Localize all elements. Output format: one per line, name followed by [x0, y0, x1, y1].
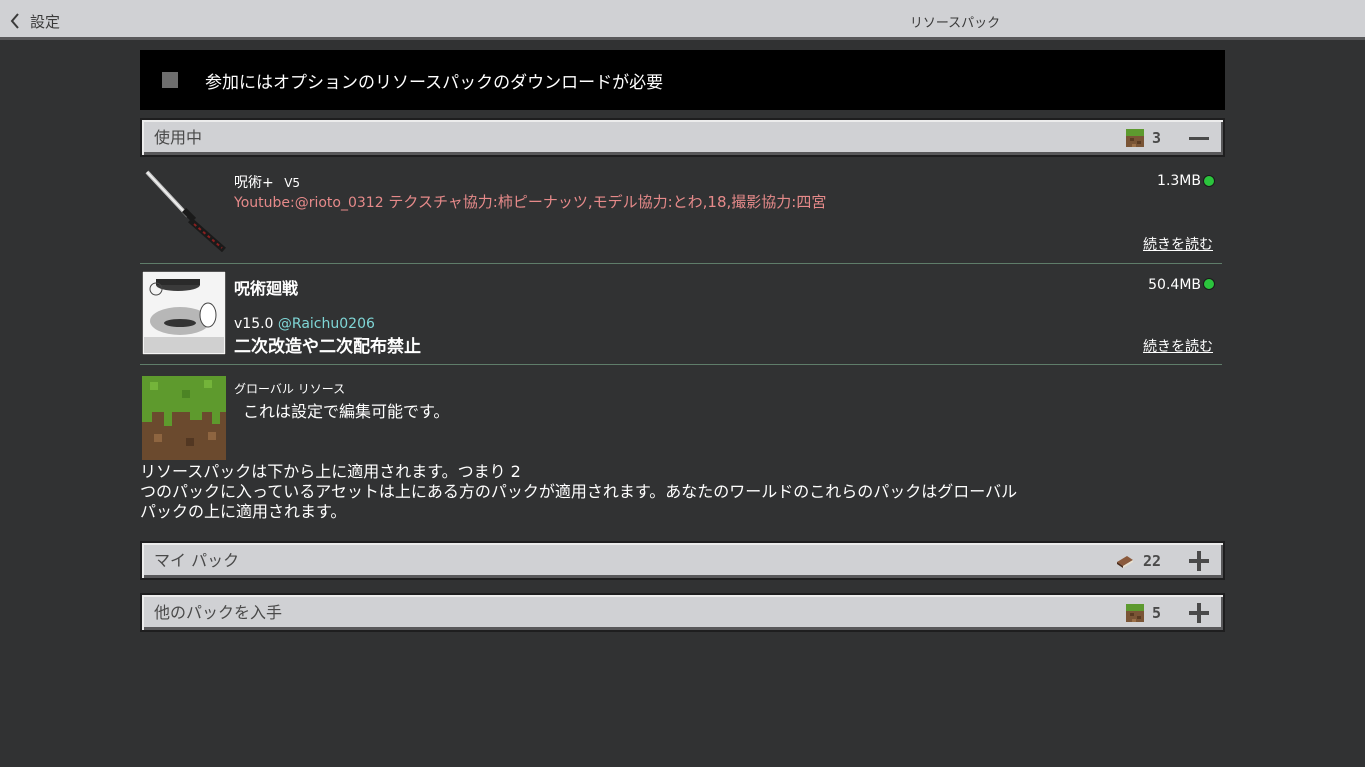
info-line-3: パックの上に適用されます。: [140, 502, 347, 521]
minus-icon[interactable]: [1187, 126, 1213, 150]
pack-size: 1.3MB: [1157, 173, 1201, 189]
pack-desc-youtube: Youtube:@rioto_0312: [234, 195, 384, 211]
pack-name: グローバル リソース: [234, 382, 346, 396]
pack-description: Youtube:@rioto_0312 テクスチャ協力:柿ピーナッツ,モデル協力…: [234, 191, 826, 212]
get-more-packs-count: 5: [1125, 604, 1161, 622]
get-more-count-value: 5: [1151, 604, 1161, 622]
active-pack-count: 3: [1125, 129, 1161, 147]
plus-icon[interactable]: [1187, 601, 1213, 625]
download-required-checkbox[interactable]: [162, 72, 178, 88]
page-title: リソースパック: [909, 16, 1001, 31]
info-line-1: リソースパックは下から上に適用されます。つまり 2: [140, 462, 521, 481]
divider: [140, 364, 1222, 365]
pack-item-jujutsu-plus[interactable]: 呪術+ V5 Youtube:@rioto_0312 テクスチャ協力:柿ピーナッ…: [140, 168, 1225, 258]
my-packs-header[interactable]: マイ パック 22: [140, 541, 1225, 580]
active-count-value: 3: [1151, 129, 1161, 147]
my-packs-title: マイ パック: [154, 551, 240, 570]
active-section-title: 使用中: [154, 128, 203, 147]
status-dot-icon: [1203, 175, 1215, 187]
divider: [140, 263, 1222, 264]
grass-block-icon: [1125, 604, 1144, 622]
pack-author: @Raichu0206: [277, 316, 375, 332]
active-packs-header[interactable]: 使用中 3: [140, 118, 1225, 157]
pack-warning: 二次改造や二次配布禁止: [234, 337, 421, 357]
my-packs-count: 22: [1115, 552, 1161, 570]
pack-description: これは設定で編集可能です。: [243, 402, 450, 421]
pack-thumbnail-manga: [142, 271, 226, 355]
pack-name: 呪術+: [234, 175, 274, 191]
info-text: リソースパックは下から上に適用されます。つまり 2 つのパックに入っているアセッ…: [140, 462, 1225, 522]
grass-block-icon: [142, 376, 226, 460]
pack-name: 呪術廻戦: [234, 279, 299, 298]
read-more-link[interactable]: 続きを読む: [1143, 336, 1213, 356]
pack-size: 50.4MB: [1148, 277, 1201, 293]
pack-title-line: 呪術+ V5: [234, 172, 300, 192]
plus-icon[interactable]: [1187, 549, 1213, 573]
get-more-packs-title: 他のパックを入手: [154, 603, 283, 622]
pack-version-line: v15.0 @Raichu0206: [234, 316, 375, 332]
download-required-notice: 参加にはオプションのリソースパックのダウンロードが必要: [140, 50, 1225, 110]
pack-desc-credits: テクスチャ協力:柿ピーナッツ,モデル協力:とわ,18,撮影協力:四宮: [388, 193, 827, 211]
pack-version: v15.0: [234, 316, 274, 332]
pack-item-jujutsu-kaisen[interactable]: 呪術廻戦 v15.0 @Raichu0206 二次改造や二次配布禁止 50.4M…: [140, 271, 1225, 359]
notice-text: 参加にはオプションのリソースパックのダウンロードが必要: [205, 73, 664, 93]
grass-block-icon: [1125, 129, 1144, 147]
book-icon: [1116, 556, 1133, 568]
get-more-packs-header[interactable]: 他のパックを入手 5: [140, 593, 1225, 632]
status-dot-icon: [1203, 278, 1215, 290]
info-line-2: つのパックに入っているアセットは上にある方のパックが適用されます。あなたのワール…: [140, 482, 1018, 501]
top-bar: 設定 リソースパック: [0, 0, 1365, 40]
pack-version: V5: [284, 176, 301, 190]
read-more-link[interactable]: 続きを読む: [1143, 234, 1213, 254]
my-packs-count-value: 22: [1142, 552, 1161, 570]
pack-thumbnail-katana: [142, 168, 226, 252]
pack-item-global-resources[interactable]: グローバル リソース これは設定で編集可能です。: [140, 376, 1225, 460]
